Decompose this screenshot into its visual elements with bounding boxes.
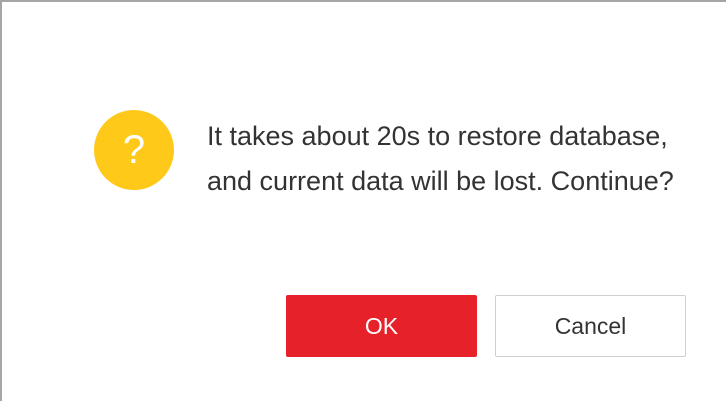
- question-icon: ?: [94, 110, 174, 190]
- dialog-message: It takes about 20s to restore database, …: [207, 121, 674, 196]
- cancel-button[interactable]: Cancel: [495, 295, 686, 357]
- question-icon-glyph: ?: [122, 128, 146, 172]
- confirm-dialog: ? It takes about 20s to restore database…: [0, 0, 726, 401]
- ok-button[interactable]: OK: [286, 295, 477, 357]
